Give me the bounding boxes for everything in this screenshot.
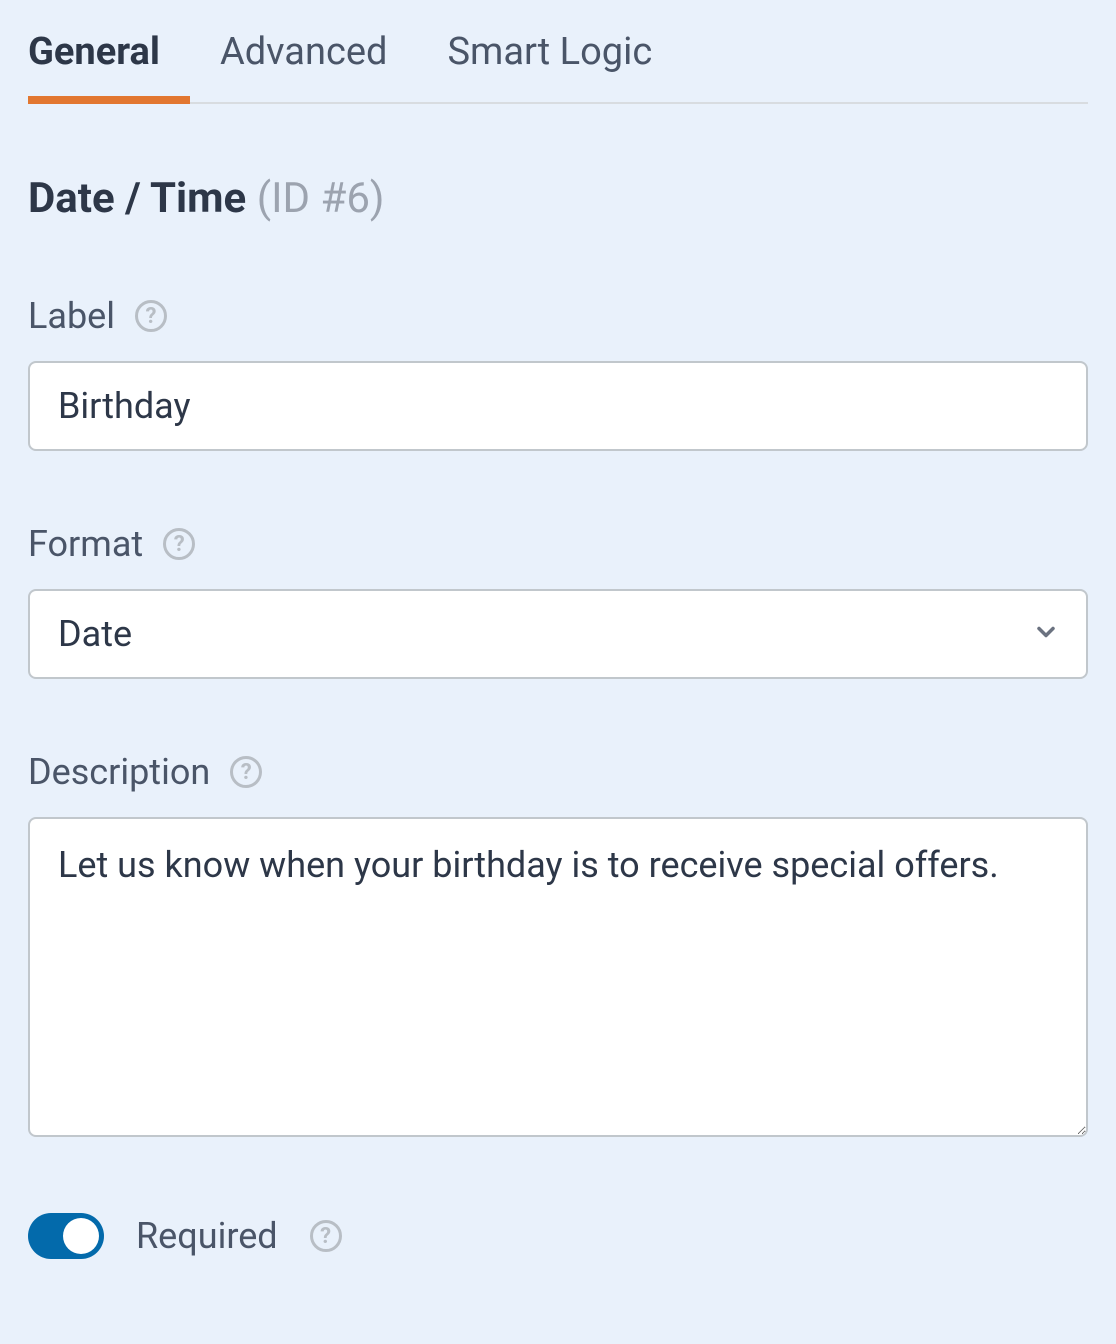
description-textarea[interactable]: Let us know when your birthday is to rec… (28, 817, 1088, 1137)
field-group-required: Required ? (28, 1213, 1088, 1259)
format-select[interactable]: Date (28, 589, 1088, 679)
format-select-value: Date (58, 613, 132, 655)
help-icon[interactable]: ? (310, 1220, 342, 1252)
tab-label: Smart Logic (447, 30, 652, 74)
help-icon[interactable]: ? (163, 528, 195, 560)
help-icon[interactable]: ? (135, 300, 167, 332)
description-caption: Description (28, 751, 210, 793)
required-toggle[interactable] (28, 1213, 104, 1259)
format-caption: Format (28, 523, 143, 565)
required-caption: Required (136, 1215, 278, 1257)
tab-general[interactable]: General (28, 30, 160, 102)
tab-advanced[interactable]: Advanced (220, 30, 387, 102)
field-group-label: Label ? (28, 295, 1088, 451)
label-input[interactable] (28, 361, 1088, 451)
help-icon[interactable]: ? (230, 756, 262, 788)
tab-label: Advanced (220, 30, 387, 74)
tab-label: General (28, 30, 160, 74)
field-group-format: Format ? Date (28, 523, 1088, 679)
field-type-heading: Date / Time (ID #6) (28, 174, 1088, 223)
tab-smart-logic[interactable]: Smart Logic (447, 30, 652, 102)
field-group-description: Description ? Let us know when your birt… (28, 751, 1088, 1141)
heading-title: Date / Time (28, 174, 246, 223)
heading-id: (ID #6) (257, 174, 385, 223)
label-caption: Label (28, 295, 115, 337)
tabs-nav: General Advanced Smart Logic (28, 0, 1088, 104)
toggle-knob (63, 1218, 99, 1254)
